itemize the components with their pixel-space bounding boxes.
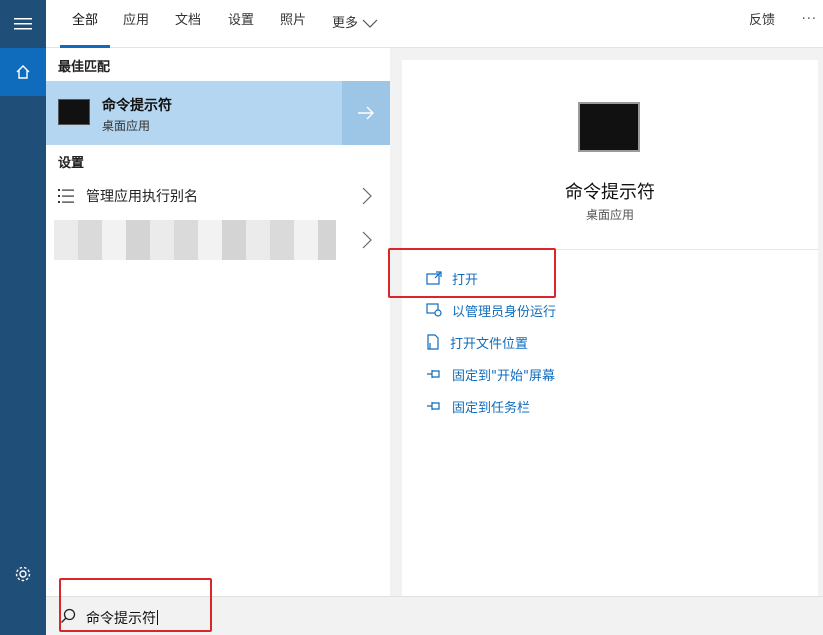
best-match-heading: 最佳匹配	[58, 60, 111, 75]
detail-subtitle: 桌面应用	[585, 208, 634, 222]
pin-icon	[427, 402, 440, 410]
best-match-title: 命令提示符	[102, 98, 172, 114]
results-panel: 最佳匹配 命令提示符 桌面应用 设置 管理应用执行别名	[46, 48, 390, 596]
tab-all[interactable]: 全部	[59, 0, 111, 48]
tab-documents[interactable]: 文档	[175, 0, 201, 48]
chevron-right-icon	[362, 231, 372, 249]
home-icon	[16, 65, 30, 79]
detail-title: 命令提示符	[565, 182, 655, 203]
best-match-expand-button[interactable]	[342, 81, 390, 145]
redacted-content	[54, 220, 336, 260]
home-button[interactable]	[0, 48, 46, 96]
best-match-subtitle: 桌面应用	[102, 119, 151, 133]
cmd-app-icon	[578, 102, 640, 152]
file-location-icon	[427, 334, 439, 350]
action-pin-to-taskbar[interactable]: 固定到任务栏	[426, 394, 530, 418]
setting-item-label: 管理应用执行别名	[86, 189, 198, 205]
tab-photos[interactable]: 照片	[280, 0, 306, 48]
list-item[interactable]: 管理应用执行别名	[46, 178, 390, 214]
action-label: 打开	[452, 272, 479, 288]
text-caret	[157, 610, 158, 625]
best-match-item[interactable]: 命令提示符 桌面应用	[46, 81, 342, 145]
left-rail	[0, 0, 46, 635]
action-label: 以管理员身份运行	[452, 304, 557, 320]
divider	[402, 249, 818, 250]
search-box[interactable]: 命令提示符	[46, 596, 823, 635]
arrow-right-icon	[358, 106, 374, 120]
action-open-file-location[interactable]: 打开文件位置	[426, 330, 528, 354]
tab-more[interactable]: 更多	[332, 0, 378, 48]
cmd-app-icon	[58, 99, 90, 125]
action-label: 固定到"开始"屏幕	[452, 368, 555, 384]
admin-shield-icon	[426, 303, 442, 317]
search-input-value: 命令提示符	[86, 611, 156, 627]
tab-more-label: 更多	[332, 16, 359, 31]
settings-heading: 设置	[58, 156, 85, 171]
search-icon	[61, 608, 76, 623]
chevron-right-icon	[362, 187, 372, 205]
chevron-down-icon	[362, 19, 378, 28]
list-item[interactable]	[46, 216, 390, 266]
action-run-as-admin[interactable]: 以管理员身份运行	[426, 298, 556, 322]
more-options-icon[interactable]: ···	[802, 0, 817, 48]
hamburger-icon	[14, 18, 32, 30]
action-pin-to-start[interactable]: 固定到"开始"屏幕	[426, 362, 555, 386]
hamburger-menu-button[interactable]	[0, 0, 46, 48]
settings-button[interactable]	[0, 550, 46, 598]
open-window-icon	[426, 271, 442, 285]
feedback-button[interactable]: 反馈	[749, 0, 775, 48]
tab-apps[interactable]: 应用	[123, 0, 149, 48]
detail-panel: 命令提示符 桌面应用 打开 以管理员身份运行 打开文件位置 固定到"开始"屏幕 …	[402, 60, 818, 596]
filter-tabs-bar: 全部 应用 文档 设置 照片 更多 反馈 ···	[46, 0, 823, 48]
search-input[interactable]: 命令提示符	[86, 608, 158, 628]
tab-settings[interactable]: 设置	[228, 0, 254, 48]
action-open[interactable]: 打开	[426, 266, 478, 290]
pin-icon	[427, 370, 440, 378]
gear-icon	[15, 566, 31, 582]
list-settings-icon	[58, 189, 74, 203]
action-label: 固定到任务栏	[452, 400, 531, 416]
action-label: 打开文件位置	[450, 336, 529, 352]
